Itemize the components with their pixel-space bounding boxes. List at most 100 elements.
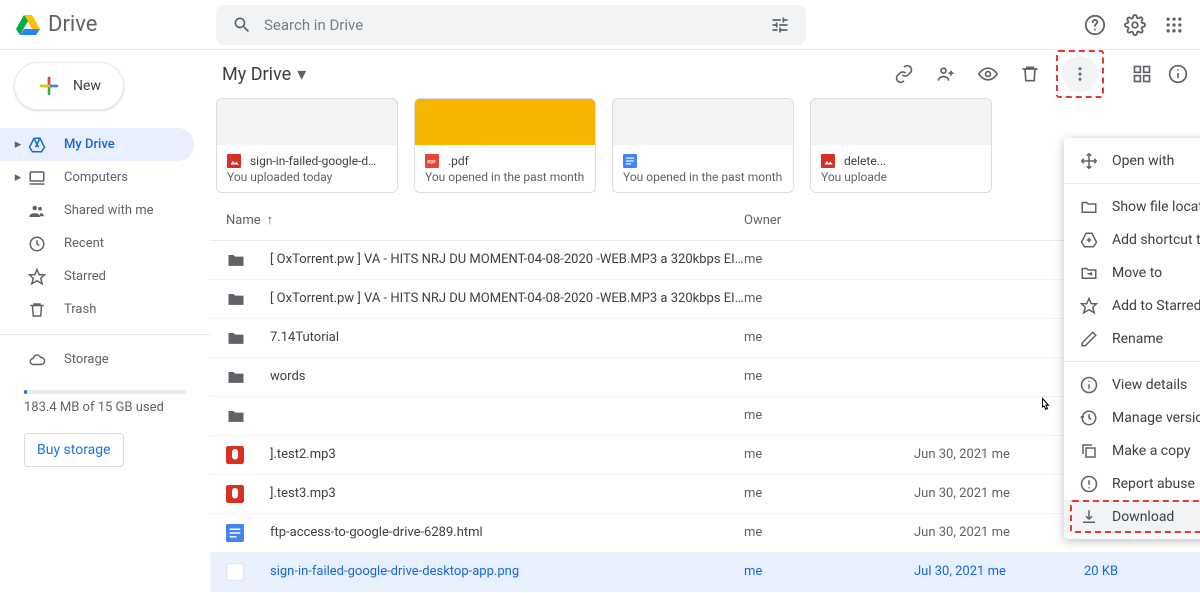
menu-label: Make a copy <box>1112 443 1191 459</box>
sidebar-item-storage[interactable]: Storage <box>0 343 194 376</box>
folder-icon <box>226 250 262 270</box>
file-row[interactable]: wordsme <box>210 358 1200 397</box>
file-row[interactable]: me <box>210 397 1200 436</box>
people-icon <box>28 202 52 220</box>
file-owner: me <box>744 525 914 540</box>
file-name: 7.14Tutorial <box>262 330 744 345</box>
suggested-card[interactable]: You opened in the past month <box>612 98 794 193</box>
file-row[interactable]: 7.14Tutorialme <box>210 319 1200 358</box>
menu-add-star[interactable]: Add to Starred <box>1064 289 1200 322</box>
preview-thumb <box>811 99 991 145</box>
menu-manage-versions[interactable]: Manage versions <box>1064 401 1200 434</box>
apps-icon[interactable] <box>1164 15 1184 35</box>
sidebar-item-label: Recent <box>64 236 104 251</box>
download-icon <box>1080 508 1112 526</box>
info-icon[interactable] <box>1168 64 1188 84</box>
file-date: Jun 30, 2021 me <box>914 486 1084 501</box>
folder-icon <box>1080 198 1112 216</box>
drive-logo-icon <box>16 13 40 37</box>
divider <box>0 334 210 335</box>
sidebar: New ▸ My Drive ▸ Computers Shared with m… <box>0 50 210 593</box>
file-owner: me <box>744 564 914 579</box>
divider <box>1064 183 1200 184</box>
search-bar[interactable] <box>216 5 806 45</box>
column-owner[interactable]: Owner <box>744 213 914 228</box>
html-icon <box>226 524 262 542</box>
suggested-sub: You uploaded today <box>227 170 387 184</box>
sidebar-item-shared[interactable]: Shared with me <box>0 194 194 227</box>
star-icon <box>1080 297 1112 315</box>
menu-open-with[interactable]: Open with › <box>1064 144 1200 177</box>
file-owner: me <box>744 486 914 501</box>
search-icon <box>232 15 252 35</box>
tune-icon[interactable] <box>770 15 790 35</box>
sidebar-item-computers[interactable]: ▸ Computers <box>0 161 194 194</box>
new-button[interactable]: New <box>14 62 124 110</box>
file-row[interactable]: [ OxTorrent.pw ] VA - HITS NRJ DU MOMENT… <box>210 241 1200 280</box>
sidebar-item-label: Trash <box>64 302 96 317</box>
suggested-card[interactable]: delete... You uploade <box>810 98 992 193</box>
suggested-card[interactable]: sign-in-failed-google-dri... You uploade… <box>216 98 398 193</box>
menu-label: Download <box>1112 509 1174 525</box>
settings-icon[interactable] <box>1124 14 1146 36</box>
folder-icon <box>226 289 262 309</box>
preview-icon[interactable] <box>978 64 998 84</box>
main: My Drive ▾ <box>210 50 1200 593</box>
image-icon <box>226 563 262 581</box>
menu-view-details[interactable]: View details <box>1064 368 1200 401</box>
menu-make-copy[interactable]: Make a copy <box>1064 434 1200 467</box>
caret-right-icon: ▸ <box>12 170 24 185</box>
suggested-card[interactable]: PDF .pdf You opened in the past month <box>414 98 596 193</box>
buy-storage-button[interactable]: Buy storage <box>24 433 124 467</box>
suggested-name: delete... <box>844 154 886 168</box>
grid-view-icon[interactable] <box>1132 64 1152 84</box>
folder-icon <box>226 367 262 387</box>
share-icon[interactable] <box>936 64 956 84</box>
sort-arrow-icon: ↑ <box>267 212 274 228</box>
sidebar-item-recent[interactable]: Recent <box>0 227 194 260</box>
suggested-name: .pdf <box>448 154 469 168</box>
location-dropdown[interactable]: My Drive ▾ <box>222 64 306 85</box>
file-row[interactable]: ftp-access-to-google-drive-6289.htmlmeJu… <box>210 514 1200 553</box>
alert-icon <box>1080 475 1112 493</box>
menu-move-to[interactable]: Move to <box>1064 256 1200 289</box>
preview-thumb <box>217 99 397 145</box>
menu-label: Report abuse <box>1112 476 1195 492</box>
suggested-sub: You uploade <box>821 170 981 184</box>
menu-rename[interactable]: Rename <box>1064 322 1200 355</box>
folder-icon <box>226 406 262 426</box>
sidebar-item-starred[interactable]: Starred <box>0 260 194 293</box>
menu-add-shortcut[interactable]: Add shortcut to Drive <box>1064 223 1200 256</box>
trash-icon <box>28 301 52 319</box>
menu-label: View details <box>1112 377 1187 393</box>
menu-download[interactable]: Download <box>1064 500 1200 533</box>
menu-label: Rename <box>1112 331 1163 347</box>
file-owner: me <box>744 369 914 384</box>
menu-show-location[interactable]: Show file location <box>1064 190 1200 223</box>
sidebar-item-label: Shared with me <box>64 203 154 218</box>
file-row[interactable]: [ OxTorrent.pw ] VA - HITS NRJ DU MOMENT… <box>210 280 1200 319</box>
sidebar-item-trash[interactable]: Trash <box>0 293 194 326</box>
item-actions <box>894 56 1188 92</box>
preview-thumb <box>415 99 595 145</box>
file-table-header: Name ↑ Owner <box>210 201 1200 241</box>
file-row[interactable]: ].test2.mp3meJun 30, 2021 me2.8 MB <box>210 436 1200 475</box>
pencil-icon <box>1080 330 1112 348</box>
file-row[interactable]: sign-in-failed-google-drive-desktop-app.… <box>210 553 1200 592</box>
suggested-sub: You opened in the past month <box>623 170 783 184</box>
menu-label: Move to <box>1112 265 1162 281</box>
more-actions-button[interactable] <box>1062 56 1098 92</box>
column-name[interactable]: Name ↑ <box>226 212 744 228</box>
help-icon[interactable] <box>1084 14 1106 36</box>
menu-report-abuse[interactable]: Report abuse <box>1064 467 1200 500</box>
link-icon[interactable] <box>894 64 914 84</box>
file-name: ftp-access-to-google-drive-6289.html <box>262 525 744 540</box>
storage-bar <box>24 390 186 394</box>
sidebar-item-mydrive[interactable]: ▸ My Drive <box>0 128 194 161</box>
search-input[interactable] <box>264 16 770 34</box>
file-date: Jul 30, 2021 me <box>914 564 1084 579</box>
menu-label: Open with <box>1112 153 1174 169</box>
shortcut-icon <box>1080 231 1112 249</box>
remove-icon[interactable] <box>1020 64 1040 84</box>
file-row[interactable]: ].test3.mp3meJun 30, 2021 me3.1 MB <box>210 475 1200 514</box>
